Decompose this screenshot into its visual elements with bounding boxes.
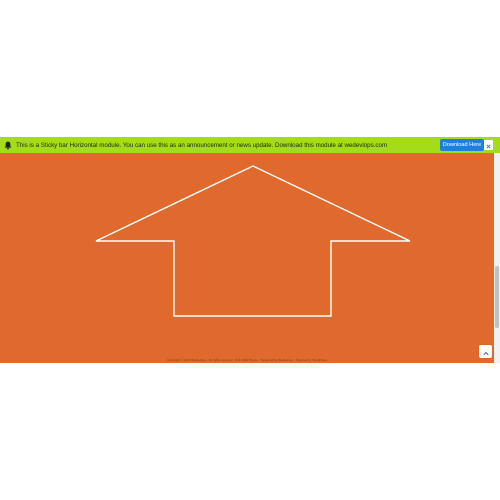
page: This is a Sticky bar Horizontal module. …	[0, 0, 500, 500]
sticky-announcement-bar: This is a Sticky bar Horizontal module. …	[0, 137, 500, 153]
download-button-label: Download Here	[442, 142, 482, 148]
hero-section	[0, 153, 494, 363]
announcement-text: This is a Sticky bar Horizontal module. …	[16, 141, 388, 149]
scrollbar-track[interactable]	[494, 153, 500, 363]
chevron-up-icon	[482, 343, 489, 361]
footer-copyright: Copyright © 2018 Wedevlops · All rights …	[166, 358, 328, 362]
back-to-top-button[interactable]	[479, 345, 492, 358]
scrollbar-thumb[interactable]	[495, 266, 499, 328]
up-arrow-graphic	[95, 165, 411, 317]
up-arrow-outline	[95, 165, 411, 317]
download-here-button[interactable]: Download Here	[440, 139, 484, 151]
close-bar-button[interactable]	[484, 140, 493, 150]
close-icon	[486, 136, 491, 154]
bell-icon	[4, 140, 13, 151]
